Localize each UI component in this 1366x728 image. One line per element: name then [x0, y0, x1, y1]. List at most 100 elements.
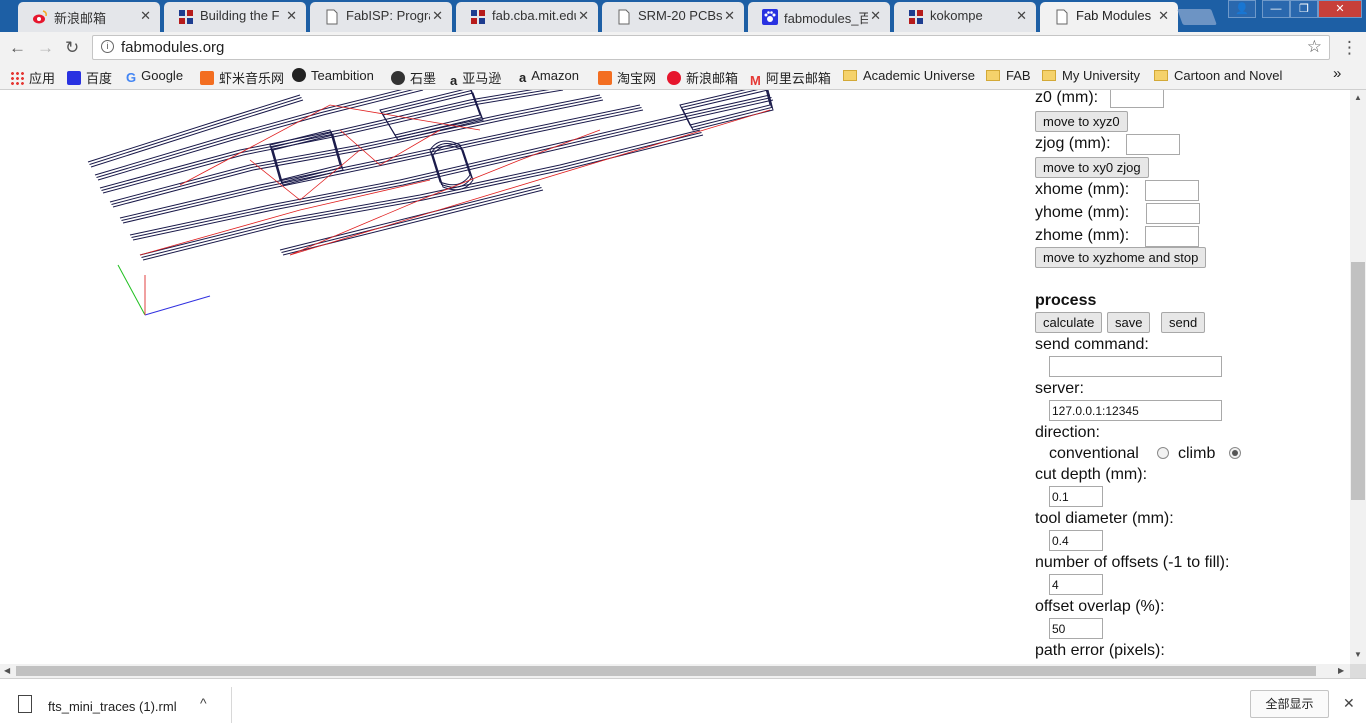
climb-label: climb — [1178, 445, 1216, 462]
close-icon[interactable]: ✕ — [578, 8, 589, 24]
bookmark-folder-academic[interactable]: Academic Universe — [843, 68, 975, 83]
scroll-right-icon[interactable]: ▶ — [1338, 666, 1344, 675]
server-input[interactable]: 127.0.0.1:12345 — [1049, 400, 1222, 421]
maximize-button[interactable]: ❐ — [1290, 0, 1318, 18]
address-bar[interactable]: i fabmodules.org ☆ — [92, 35, 1330, 60]
scroll-left-icon[interactable]: ◀ — [4, 666, 10, 675]
info-icon[interactable]: i — [101, 40, 114, 53]
scroll-up-icon[interactable]: ▲ — [1354, 93, 1362, 102]
zhome-input[interactable] — [1145, 226, 1199, 247]
bookmark-aliyun-mail[interactable]: M 阿里云邮箱 — [750, 68, 831, 88]
bookmark-shimo[interactable]: 石墨 — [391, 68, 436, 87]
move-home-stop-button[interactable]: move to xyzhome and stop — [1035, 247, 1207, 268]
bookmark-folder-fab[interactable]: FAB — [986, 68, 1031, 83]
tab-fabisp[interactable]: FabISP: Progra ✕ — [310, 2, 452, 32]
close-icon[interactable]: ✕ — [140, 8, 151, 24]
scrollbar-corner — [1350, 664, 1366, 678]
bookmark-folder-cartoon[interactable]: Cartoon and Novel — [1154, 68, 1282, 83]
close-icon[interactable]: ✕ — [432, 8, 443, 24]
save-button[interactable]: save — [1107, 312, 1151, 333]
tab-fab-cba[interactable]: fab.cba.mit.edu ✕ — [456, 2, 598, 32]
minimize-button[interactable]: — — [1262, 0, 1290, 18]
show-all-button[interactable]: 全部显示 — [1250, 690, 1329, 718]
tab-strip: 新浪邮箱 ✕ Building the F ✕ FabISP: Progra ✕… — [0, 0, 1366, 32]
bookmark-sina-mail[interactable]: 新浪邮箱 — [667, 68, 738, 87]
xhome-input[interactable] — [1145, 180, 1199, 201]
page-content: z0 (mm): move to xyz0 zjog (mm): move to… — [0, 90, 1350, 664]
move-xyz0-button[interactable]: move to xyz0 — [1035, 111, 1128, 132]
bookmark-apps[interactable]: 应用 — [10, 68, 55, 87]
yhome-input[interactable] — [1146, 203, 1200, 224]
back-button[interactable]: ← — [9, 38, 26, 58]
conventional-radio[interactable] — [1157, 447, 1169, 459]
aliyun-mail-icon: M — [750, 73, 761, 88]
close-icon[interactable]: ✕ — [286, 8, 297, 24]
tab-fabmodules-baidu[interactable]: fabmodules_百 ✕ — [748, 2, 890, 32]
horizontal-scroll-thumb[interactable] — [16, 666, 1316, 676]
zjog-input[interactable] — [1126, 134, 1180, 155]
bookmark-teambition[interactable]: Teambition — [292, 68, 374, 83]
folder-icon — [1042, 70, 1056, 81]
bookmark-folder-university[interactable]: My University — [1042, 68, 1140, 83]
google-icon: G — [126, 70, 137, 85]
tool-diameter-label: tool diameter (mm): — [1035, 510, 1174, 527]
apps-icon — [10, 71, 24, 85]
overlap-input[interactable]: 50 — [1049, 618, 1103, 639]
tab-label: 新浪邮箱 — [54, 11, 107, 26]
divider — [231, 687, 232, 723]
scroll-down-icon[interactable]: ▼ — [1354, 650, 1362, 659]
close-window-button[interactable]: ✕ — [1318, 0, 1362, 18]
toolpath-view[interactable] — [0, 90, 800, 330]
page-icon — [324, 9, 340, 25]
toolpath-trace — [139, 129, 701, 256]
bookmark-baidu[interactable]: 百度 — [67, 68, 112, 87]
close-icon[interactable]: ✕ — [724, 8, 735, 24]
tab-srm20[interactable]: SRM-20 PCBs ✕ — [602, 2, 744, 32]
tab-building-fab[interactable]: Building the F ✕ — [164, 2, 306, 32]
tab-label: fab.cba.mit.edu — [492, 8, 576, 23]
new-tab-button[interactable] — [1177, 9, 1217, 25]
cut-depth-input[interactable]: 0.1 — [1049, 486, 1103, 507]
send-button[interactable]: send — [1161, 312, 1206, 333]
tab-kokompe[interactable]: kokompe ✕ — [894, 2, 1036, 32]
z0-input[interactable] — [1110, 90, 1164, 108]
move-xy0-zjog-button[interactable]: move to xy0 zjog — [1035, 157, 1149, 178]
close-icon[interactable]: ✕ — [1016, 8, 1027, 24]
offsets-input[interactable]: 4 — [1049, 574, 1103, 595]
bookmark-amazon-cn[interactable]: a 亚马逊 — [450, 68, 501, 88]
tab-fab-modules[interactable]: Fab Modules ✕ — [1040, 2, 1178, 32]
zhome-label: zhome (mm): — [1035, 227, 1130, 244]
bookmark-amazon[interactable]: a Amazon — [519, 68, 579, 85]
close-icon[interactable]: ✕ — [870, 8, 881, 24]
folder-icon — [986, 70, 1000, 81]
tab-label: Building the F — [200, 8, 280, 23]
vertical-scroll-thumb[interactable] — [1351, 262, 1365, 500]
horizontal-scrollbar[interactable]: ◀ ▶ — [0, 664, 1350, 678]
user-icon[interactable]: 👤 — [1228, 0, 1256, 18]
calculate-button[interactable]: calculate — [1035, 312, 1103, 333]
direction-label: direction: — [1035, 424, 1100, 441]
bookmarks-overflow-icon[interactable]: » — [1333, 65, 1341, 82]
bookmark-star-icon[interactable]: ☆ — [1307, 37, 1322, 57]
z0-label: z0 (mm): — [1035, 90, 1099, 106]
close-icon[interactable]: ✕ — [1343, 695, 1355, 712]
forward-button[interactable]: → — [37, 38, 54, 58]
climb-radio[interactable] — [1229, 447, 1241, 459]
bookmark-taobao[interactable]: 淘宝网 — [598, 68, 656, 87]
tab-sina-mail[interactable]: 新浪邮箱 ✕ — [18, 2, 160, 32]
vertical-scrollbar[interactable]: ▲ ▼ — [1350, 90, 1366, 664]
weibo-icon — [667, 71, 681, 85]
send-command-input[interactable] — [1049, 356, 1222, 377]
chevron-up-icon[interactable]: ^ — [200, 695, 207, 711]
reload-button[interactable]: ↻ — [65, 38, 79, 58]
download-filename[interactable]: fts_mini_traces (1).rml — [48, 699, 177, 714]
bookmark-google[interactable]: G Google — [126, 68, 183, 85]
bookmark-xiami[interactable]: 虾米音乐网 — [200, 68, 284, 87]
close-icon[interactable]: ✕ — [1158, 8, 1169, 24]
offsets-label: number of offsets (-1 to fill): — [1035, 554, 1230, 571]
tool-diameter-input[interactable]: 0.4 — [1049, 530, 1103, 551]
menu-icon[interactable]: ⋮ — [1341, 38, 1358, 58]
tab-label: FabISP: Progra — [346, 8, 430, 23]
overlap-label: offset overlap (%): — [1035, 598, 1165, 615]
toolpath-trace — [89, 97, 302, 165]
